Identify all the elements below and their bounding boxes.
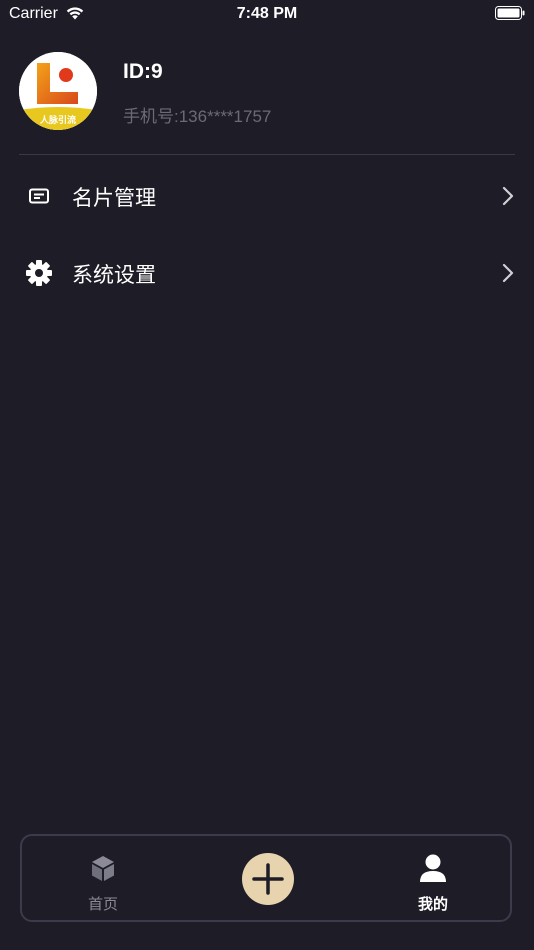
tab-home[interactable]: 首页 bbox=[48, 836, 158, 920]
menu-item-card-management[interactable]: 名片管理 bbox=[0, 164, 534, 224]
tab-mine-label: 我的 bbox=[417, 896, 448, 913]
menu-item-label: 名片管理 bbox=[72, 187, 156, 210]
plus-icon bbox=[252, 863, 284, 895]
add-button[interactable] bbox=[242, 853, 294, 905]
battery-icon bbox=[495, 6, 525, 20]
user-icon bbox=[420, 854, 446, 882]
app-logo-icon: 人脉引流 bbox=[19, 52, 97, 130]
menu-item-label: 系统设置 bbox=[72, 264, 156, 287]
gear-icon bbox=[26, 260, 52, 286]
profile-divider bbox=[19, 154, 515, 155]
status-bar: Carrier 7:48 PM bbox=[0, 0, 534, 28]
user-id: ID:9 bbox=[123, 60, 163, 83]
cube-icon bbox=[92, 856, 114, 881]
user-phone: 手机号:136****1757 bbox=[123, 107, 272, 126]
bottom-tab-bar: 首页 我的 bbox=[20, 834, 512, 922]
tab-home-label: 首页 bbox=[87, 896, 118, 913]
chevron-right-icon bbox=[502, 263, 514, 283]
avatar[interactable]: 人脉引流 bbox=[19, 52, 97, 130]
tab-mine[interactable]: 我的 bbox=[378, 836, 488, 920]
profile-header: 人脉引流 ID:9 手机号:136****1757 bbox=[0, 50, 534, 140]
menu-item-system-settings[interactable]: 系统设置 bbox=[0, 241, 534, 301]
chevron-right-icon bbox=[502, 186, 514, 206]
status-time: 7:48 PM bbox=[236, 5, 298, 22]
avatar-caption: 人脉引流 bbox=[39, 114, 76, 126]
card-icon bbox=[29, 188, 49, 204]
